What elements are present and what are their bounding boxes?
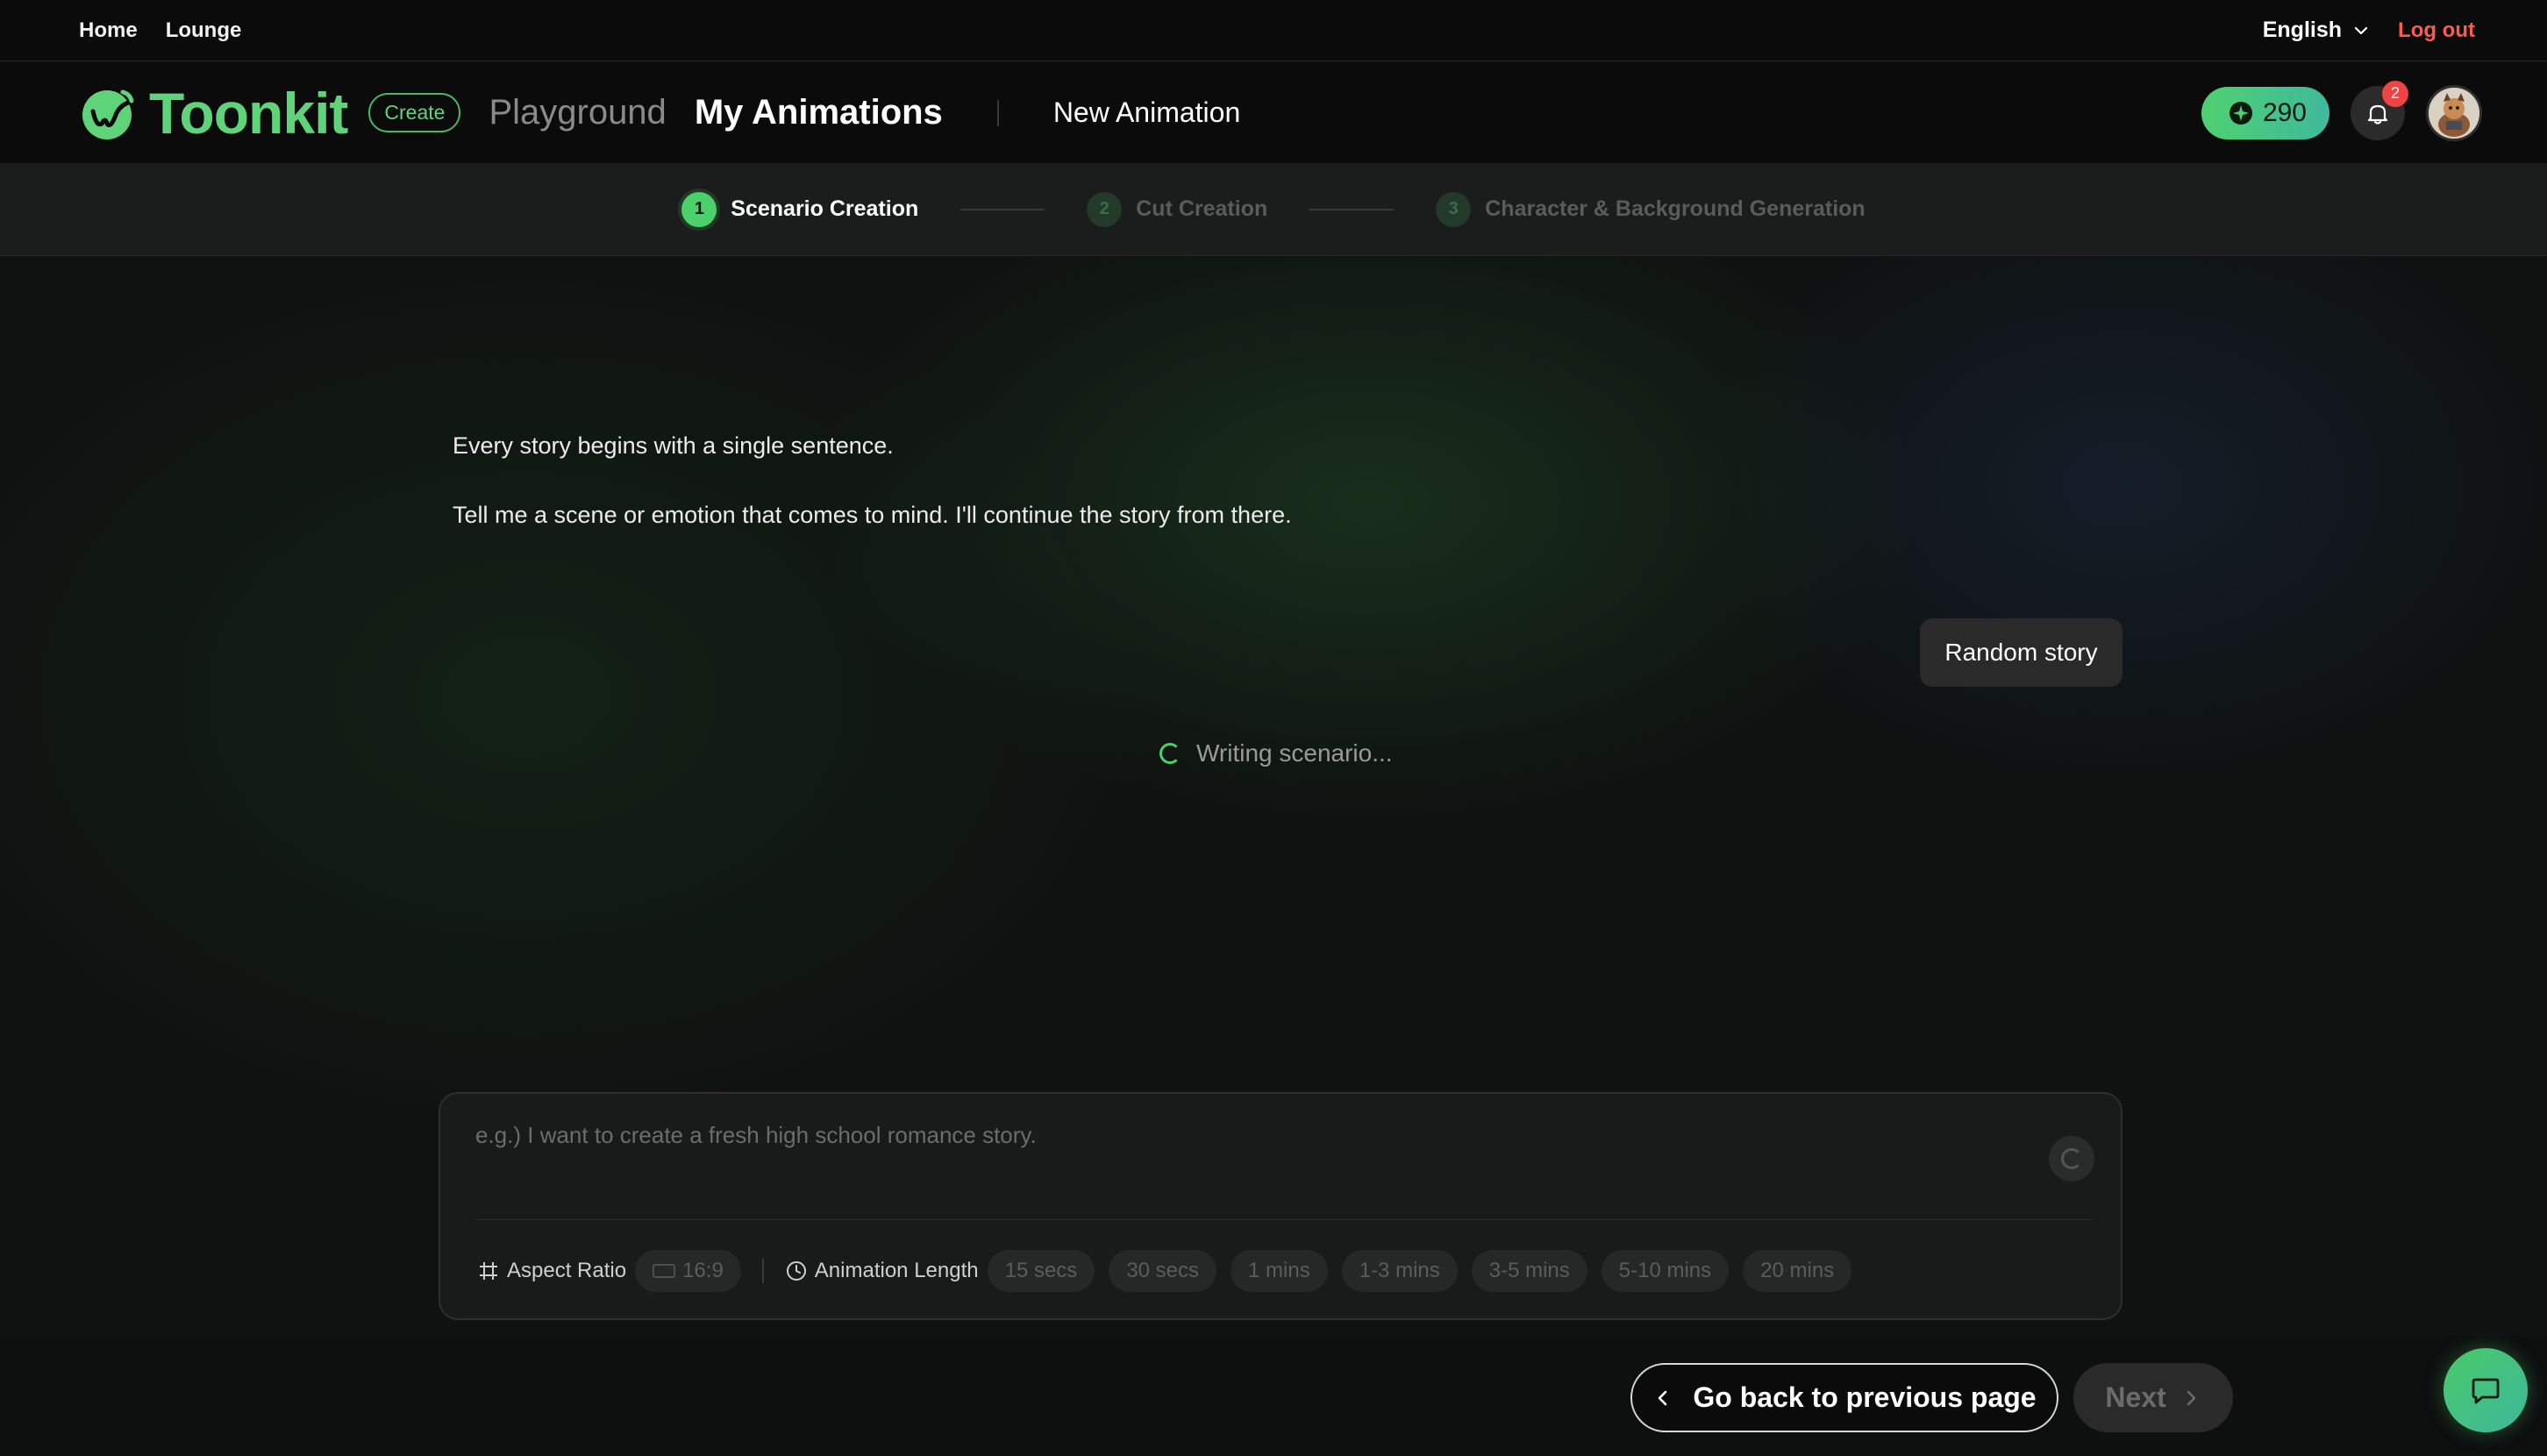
rectangle-icon [653, 1264, 676, 1278]
chevron-down-icon [2354, 26, 2368, 34]
hash-grid-icon [480, 1262, 497, 1280]
brand-logo[interactable]: Toonkit [77, 80, 348, 146]
step-label: Cut Creation [1136, 196, 1268, 221]
assistant-message-line: Tell me a scene or emotion that comes to… [453, 502, 1292, 528]
nav-my-animations[interactable]: My Animations [695, 93, 943, 132]
new-animation-title: New Animation [1052, 96, 1241, 128]
home-link[interactable]: Home [79, 18, 138, 43]
go-back-label: Go back to previous page [1693, 1381, 2037, 1413]
notifications-button[interactable]: 2 [2351, 80, 2408, 140]
create-badge[interactable]: Create [368, 93, 461, 132]
step-number: 3 [1436, 191, 1472, 227]
chat-support-button[interactable] [2444, 1348, 2528, 1432]
step-connector [1309, 208, 1395, 211]
credits-count: 290 [2262, 97, 2307, 127]
nav-right: 290 2 [2201, 80, 2482, 141]
writing-status: Writing scenario... [1159, 739, 1393, 767]
composer-divider [475, 1219, 2093, 1220]
credits-badge[interactable]: 290 [2201, 86, 2329, 139]
length-option-3-5m[interactable]: 3-5 mins [1471, 1250, 1587, 1292]
aspect-ratio-value: 16:9 [682, 1259, 724, 1282]
chat-bubble-icon [2472, 1378, 2500, 1404]
loading-spinner-icon [1159, 743, 1181, 764]
step-cut-creation[interactable]: 2 Cut Creation [1087, 191, 1268, 227]
writing-status-text: Writing scenario... [1196, 739, 1393, 767]
brand-name: Toonkit [149, 80, 348, 146]
main-navbar: Toonkit Create Playground My Animations … [0, 62, 2547, 163]
nav-left: Toonkit Create Playground My Animations … [77, 80, 1240, 146]
nav-playground[interactable]: Playground [489, 93, 666, 132]
top-utility-bar: Home Lounge English Log out [0, 0, 2547, 61]
chevron-left-icon [1659, 1390, 1667, 1405]
length-option-15s[interactable]: 15 secs [987, 1250, 1095, 1292]
step-character-background[interactable]: 3 Character & Background Generation [1436, 191, 1866, 227]
clock-icon [786, 1261, 806, 1281]
prompt-input[interactable] [475, 1122, 1966, 1149]
step-label: Character & Background Generation [1485, 196, 1866, 221]
animation-length-label-text: Animation Length [814, 1259, 979, 1282]
sparkle-icon [2229, 101, 2252, 125]
length-option-1m[interactable]: 1 mins [1231, 1250, 1328, 1292]
send-button[interactable] [2049, 1136, 2094, 1181]
notification-count-badge: 2 [2382, 80, 2408, 107]
top-links: Home Lounge [79, 18, 241, 43]
length-option-20m[interactable]: 20 mins [1743, 1250, 1852, 1292]
chevron-right-icon [2187, 1390, 2195, 1405]
logout-link[interactable]: Log out [2398, 18, 2475, 43]
length-option-30s[interactable]: 30 secs [1109, 1250, 1217, 1292]
top-right-actions: English Log out [2263, 18, 2475, 43]
composer-options: Aspect Ratio 16:9 Animation Length 15 se… [477, 1250, 1852, 1292]
aspect-ratio-label-text: Aspect Ratio [507, 1259, 627, 1282]
assistant-message-line: Every story begins with a single sentenc… [453, 432, 894, 459]
aspect-ratio-chip[interactable]: 16:9 [635, 1250, 741, 1292]
prompt-composer: Aspect Ratio 16:9 Animation Length 15 se… [439, 1092, 2122, 1320]
next-label: Next [2105, 1381, 2166, 1413]
next-button[interactable]: Next [2073, 1363, 2233, 1432]
language-selector[interactable]: English [2263, 18, 2370, 43]
step-number: 2 [1087, 191, 1123, 227]
aspect-ratio-label: Aspect Ratio [477, 1259, 626, 1283]
step-scenario-creation[interactable]: 1 Scenario Creation [681, 191, 919, 227]
length-option-1-3m[interactable]: 1-3 mins [1341, 1250, 1458, 1292]
options-divider [761, 1259, 764, 1283]
avatar-image-icon [2429, 87, 2479, 139]
toonkit-logo-icon [82, 89, 134, 139]
animation-length-label: Animation Length [785, 1259, 979, 1283]
go-back-button[interactable]: Go back to previous page [1630, 1363, 2058, 1432]
language-label: English [2262, 18, 2343, 42]
step-number: 1 [681, 191, 717, 227]
lounge-link[interactable]: Lounge [166, 18, 242, 43]
step-connector [960, 208, 1045, 211]
loading-spinner-icon [2061, 1148, 2082, 1169]
step-label: Scenario Creation [731, 196, 919, 221]
user-message-bubble: Random story [1920, 618, 2122, 687]
user-avatar[interactable] [2426, 84, 2482, 141]
progress-stepper: 1 Scenario Creation 2 Cut Creation 3 Cha… [0, 163, 2547, 256]
length-option-5-10m[interactable]: 5-10 mins [1601, 1250, 1730, 1292]
nav-divider [996, 99, 999, 126]
